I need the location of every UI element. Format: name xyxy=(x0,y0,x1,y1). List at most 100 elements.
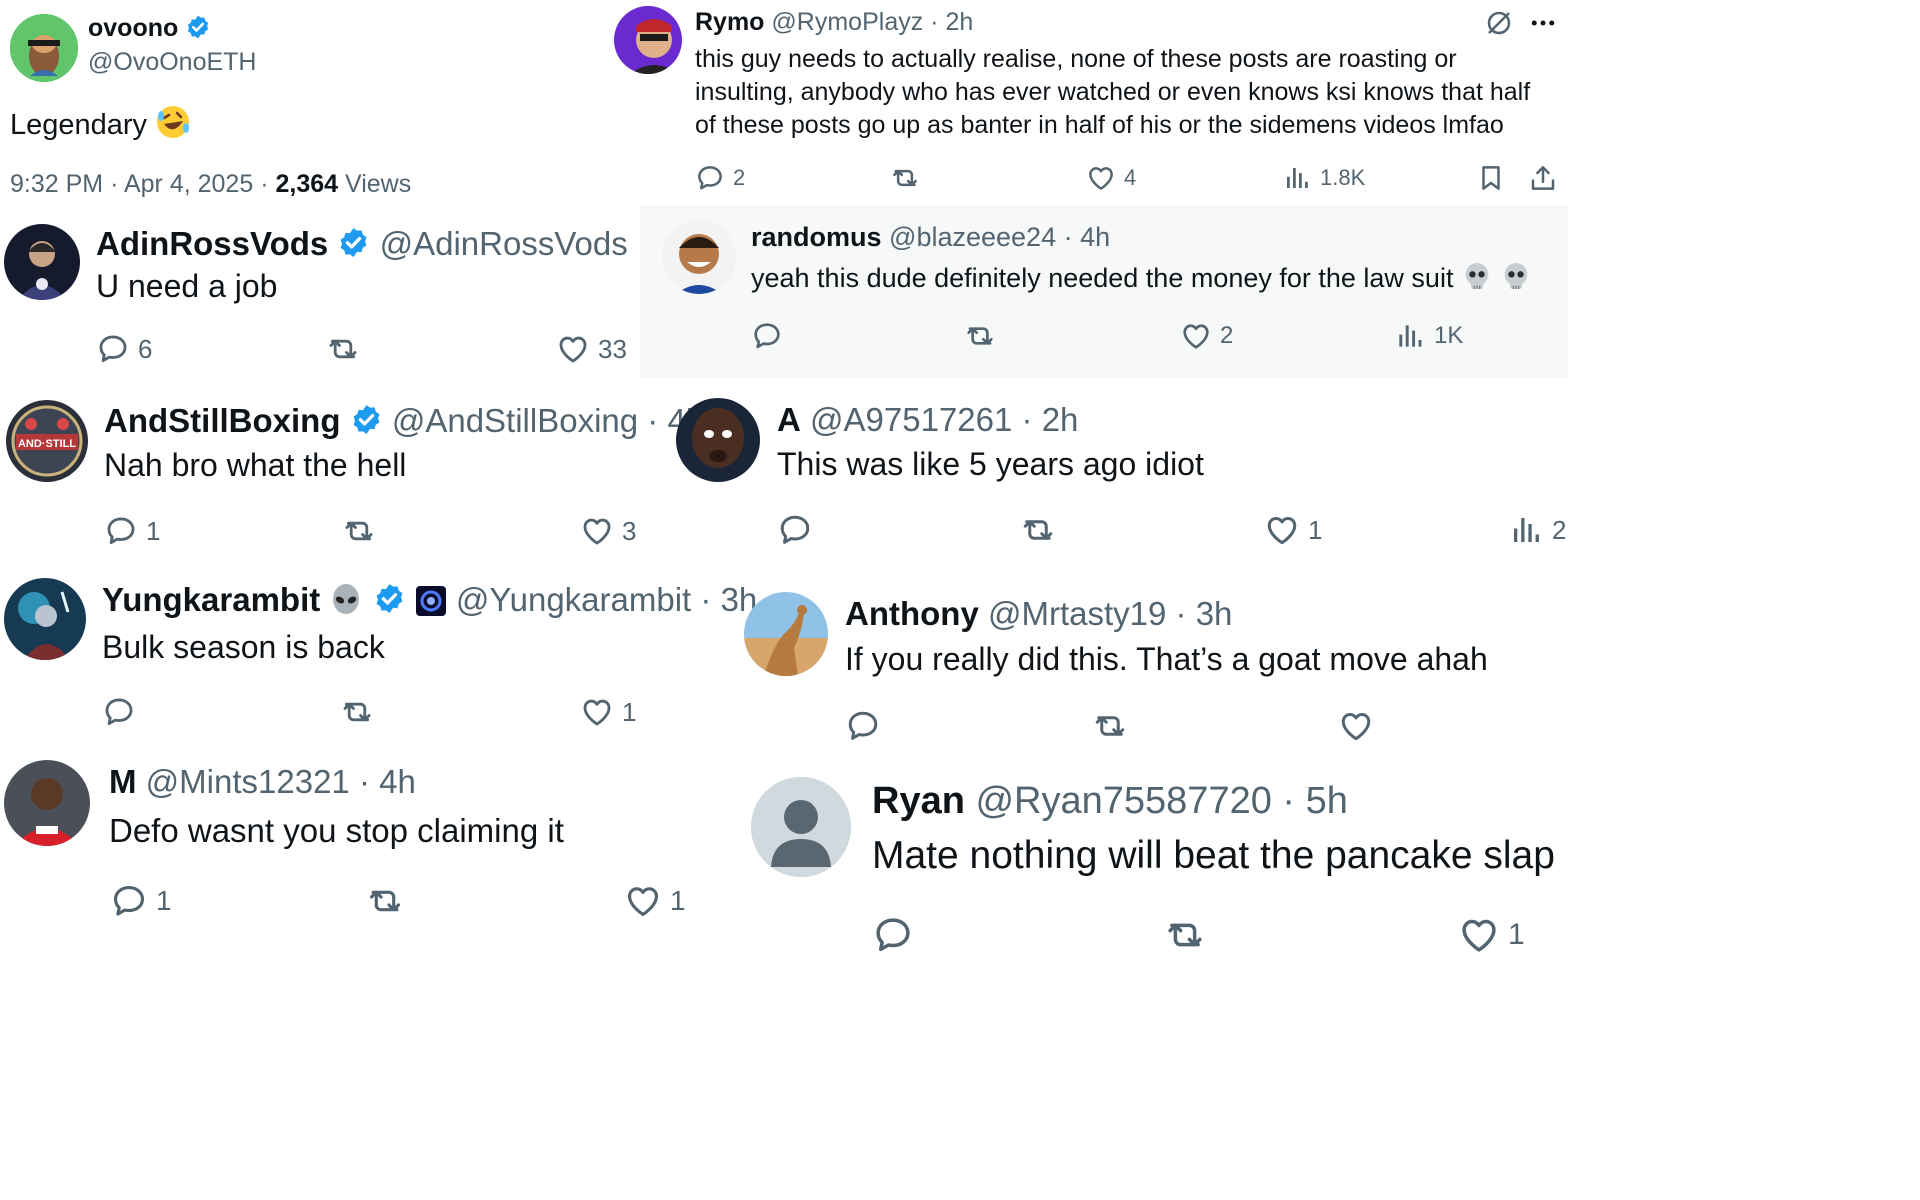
views-button[interactable]: 1.8K xyxy=(1282,163,1365,193)
avatar[interactable] xyxy=(10,14,78,82)
reply-text: Mate nothing will beat the pancake slap xyxy=(872,834,1555,877)
repost-button[interactable] xyxy=(964,320,996,352)
like-button[interactable]: 1 xyxy=(624,882,686,920)
reply-button[interactable]: 1 xyxy=(110,882,172,920)
repost-button[interactable] xyxy=(1092,708,1128,744)
like-button[interactable] xyxy=(1338,708,1382,744)
more-button[interactable] xyxy=(1528,8,1558,38)
author-handle[interactable]: @Mrtasty19 xyxy=(988,595,1166,632)
repost-button[interactable] xyxy=(340,695,374,729)
post-time[interactable]: 4h xyxy=(379,763,416,800)
author-handle[interactable]: @Yungkarambit xyxy=(456,581,691,618)
views-chart-icon xyxy=(1508,512,1544,548)
share-button[interactable] xyxy=(1528,163,1558,193)
reply-count: 1 xyxy=(146,515,161,546)
separator: · xyxy=(647,402,659,439)
separator: · xyxy=(1063,222,1073,252)
views-button[interactable]: 1K xyxy=(1394,320,1463,352)
repost-icon xyxy=(1164,914,1206,956)
like-button[interactable]: 1 xyxy=(1264,512,1322,548)
heart-icon xyxy=(624,882,662,920)
author-handle[interactable]: @RymoPlayz xyxy=(771,8,923,36)
like-button[interactable]: 4 xyxy=(1086,163,1136,193)
bookmark-button[interactable] xyxy=(1476,163,1506,193)
author-handle[interactable]: @Mints12321 xyxy=(146,763,350,800)
avatar[interactable] xyxy=(676,398,760,482)
author-handle[interactable]: @AndStillBoxing xyxy=(392,402,638,439)
like-count: 1 xyxy=(622,696,637,727)
reply-button[interactable]: 1 xyxy=(104,514,160,548)
author-name[interactable]: A xyxy=(777,401,801,438)
reply-button[interactable] xyxy=(872,914,922,956)
repost-button[interactable] xyxy=(366,882,404,920)
avatar[interactable] xyxy=(744,592,828,676)
post-time[interactable]: 3h xyxy=(1196,595,1233,632)
author-handle[interactable]: @Ryan75587720 xyxy=(975,780,1271,822)
heart-icon xyxy=(1086,163,1116,193)
separator: · xyxy=(700,581,712,618)
post-time[interactable]: 2h xyxy=(945,8,973,36)
author-name[interactable]: Ryan xyxy=(872,780,965,822)
author-name[interactable]: M xyxy=(109,763,137,800)
reply-text-line: of these posts go up as banter in half o… xyxy=(695,111,1504,139)
like-count: 4 xyxy=(1124,165,1137,190)
reply-icon xyxy=(96,332,130,366)
avatar[interactable] xyxy=(751,777,851,877)
separator: · xyxy=(1175,595,1187,632)
separator: · xyxy=(930,8,939,36)
post-time[interactable]: 5h xyxy=(1306,780,1348,822)
repost-button[interactable] xyxy=(342,514,376,548)
reply-button[interactable] xyxy=(102,695,144,729)
views-button[interactable]: 2 xyxy=(1508,512,1566,548)
author-name[interactable]: ovoono xyxy=(88,14,178,42)
avatar[interactable] xyxy=(4,760,90,846)
heart-icon xyxy=(1180,320,1212,352)
repost-button[interactable] xyxy=(1164,914,1206,956)
avatar[interactable] xyxy=(662,220,736,294)
like-button[interactable]: 2 xyxy=(1180,320,1233,352)
post-date[interactable]: Apr 4, 2025 xyxy=(124,170,253,198)
author-name[interactable]: Rymo xyxy=(695,8,764,36)
author-handle[interactable]: @A97517261 xyxy=(810,401,1012,438)
post-time[interactable]: 9:32 PM xyxy=(10,170,103,198)
views-chart-icon xyxy=(1282,163,1312,193)
avatar[interactable] xyxy=(4,578,86,660)
reply-button[interactable] xyxy=(777,512,821,548)
author-name[interactable]: randomus xyxy=(751,222,882,252)
post-time[interactable]: 2h xyxy=(1042,401,1079,438)
reply-button[interactable] xyxy=(845,708,889,744)
reply-text: If you really did this. That’s a goat mo… xyxy=(845,641,1488,677)
reply-icon xyxy=(751,320,783,352)
post-time[interactable]: 4h xyxy=(1080,222,1110,252)
reply-icon xyxy=(845,708,881,744)
repost-button[interactable] xyxy=(326,332,360,366)
grok-button[interactable] xyxy=(1484,8,1514,38)
more-icon xyxy=(1531,20,1555,26)
verified-badge-icon xyxy=(337,226,370,259)
author-handle[interactable]: @AdinRossVods xyxy=(380,225,628,262)
reply-text: This was like 5 years ago idiot xyxy=(777,446,1204,482)
like-button[interactable]: 3 xyxy=(580,514,636,548)
like-button[interactable]: 1 xyxy=(1458,914,1525,956)
separator: · xyxy=(1021,401,1033,438)
reply-button[interactable] xyxy=(751,320,791,352)
views-count: 2 xyxy=(1552,514,1567,545)
like-button[interactable]: 1 xyxy=(580,695,636,729)
author-name[interactable]: AndStillBoxing xyxy=(104,402,340,439)
author-handle[interactable]: @blazeeee24 xyxy=(889,222,1056,252)
reply-icon xyxy=(872,914,914,956)
skull-emoji-icon xyxy=(1500,261,1532,293)
reply-button[interactable]: 2 xyxy=(695,163,745,193)
bookmark-icon xyxy=(1476,163,1506,193)
avatar[interactable] xyxy=(4,224,80,300)
repost-button[interactable] xyxy=(890,163,920,193)
like-button[interactable]: 33 xyxy=(556,332,627,366)
author-name[interactable]: AdinRossVods xyxy=(96,225,328,262)
author-name[interactable]: Yungkarambit xyxy=(102,581,320,618)
author-handle[interactable]: @OvoOnoETH xyxy=(88,48,256,77)
author-name[interactable]: Anthony xyxy=(845,595,979,632)
avatar[interactable]: AND·STILL xyxy=(6,400,88,482)
reply-button[interactable]: 6 xyxy=(96,332,152,366)
repost-button[interactable] xyxy=(1020,512,1056,548)
avatar[interactable] xyxy=(614,6,682,74)
